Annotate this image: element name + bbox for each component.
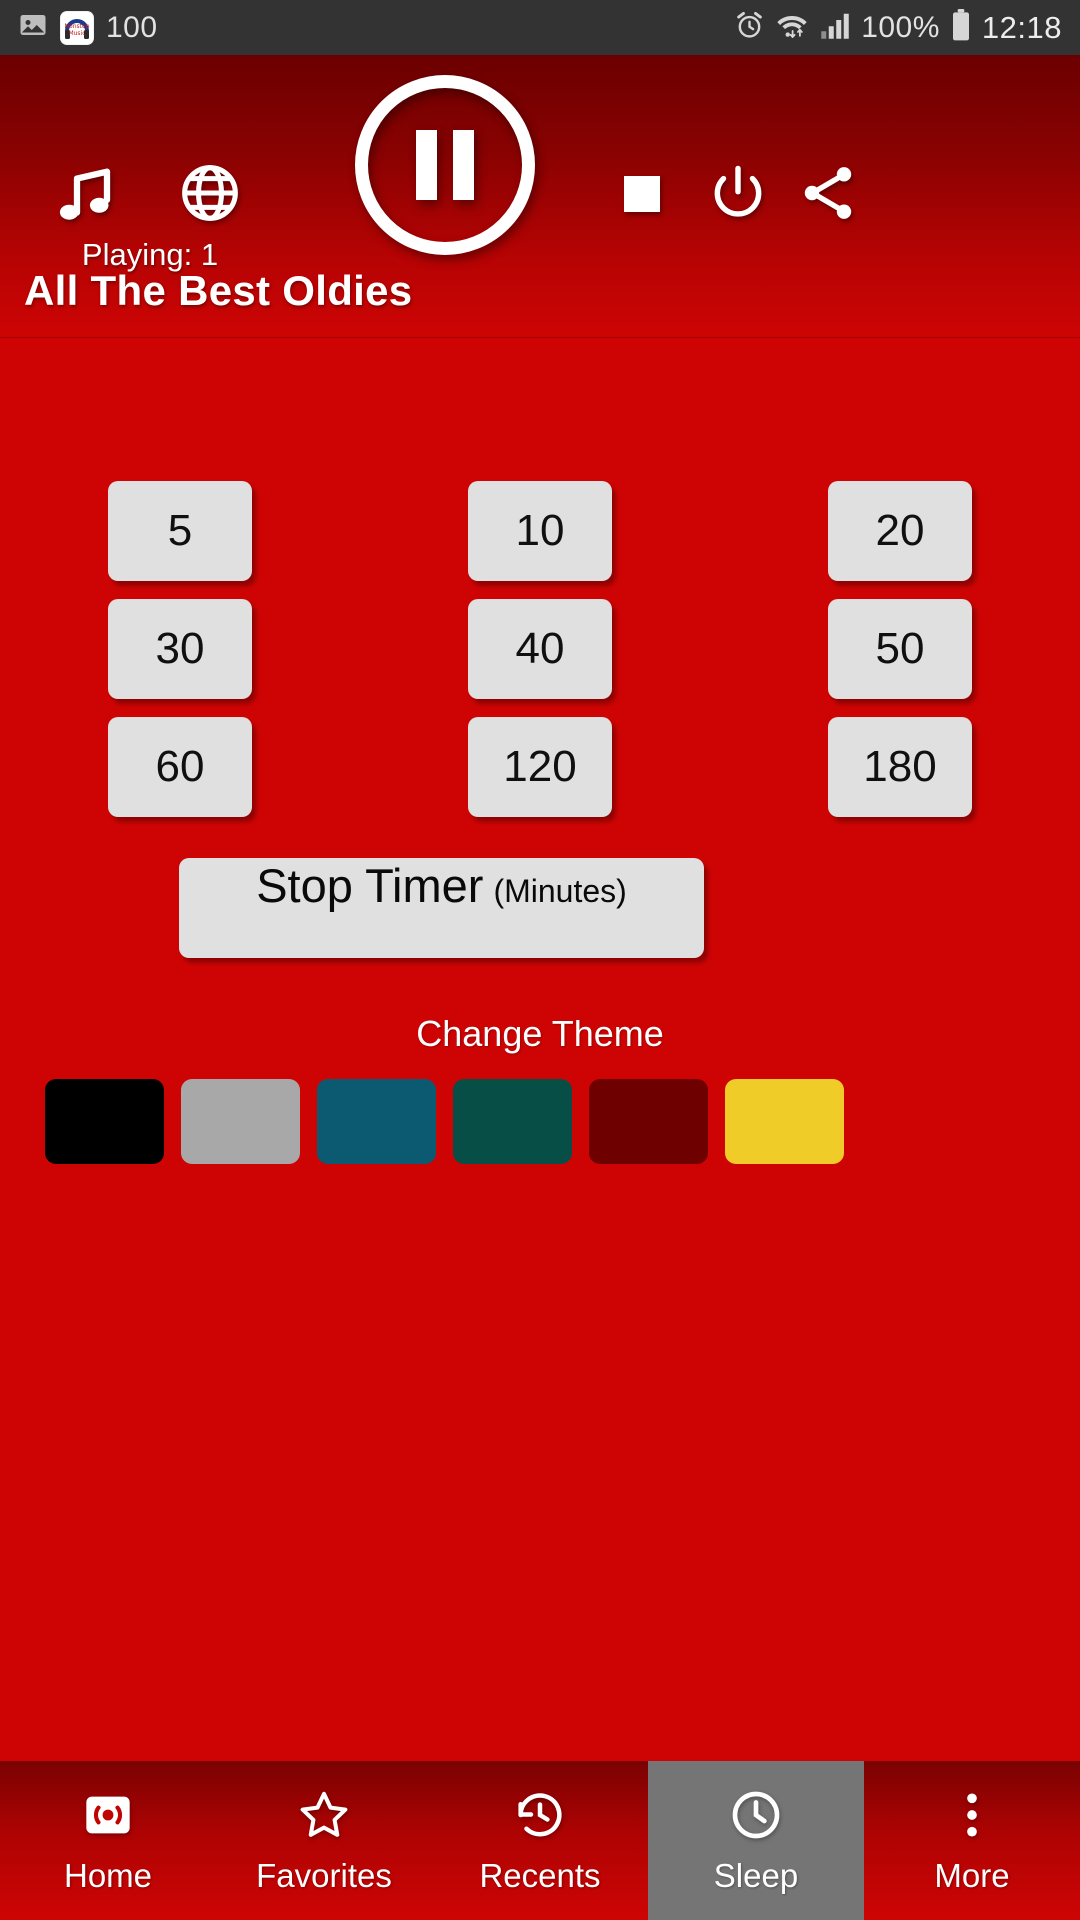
power-icon[interactable] — [700, 155, 776, 231]
nav-label-favorites: Favorites — [256, 1856, 392, 1894]
nav-item-home[interactable]: Home — [0, 1761, 216, 1920]
timer-button-120[interactable]: 120 — [468, 717, 612, 817]
timer-button-60[interactable]: 60 — [108, 717, 252, 817]
stop-timer-label: Stop Timer — [256, 859, 484, 912]
battery-icon — [951, 9, 971, 46]
timer-button-20[interactable]: 20 — [828, 481, 972, 581]
nav-item-recents[interactable]: Recents — [432, 1761, 648, 1920]
timer-options-grid: 5 10 20 30 40 50 60 120 180 — [0, 481, 1080, 817]
battery-percent-label: 100% — [861, 10, 940, 44]
timer-button-50[interactable]: 50 — [828, 599, 972, 699]
player-header: Playing: 1 All The Best Oldies — [0, 55, 1080, 338]
timer-button-10[interactable]: 10 — [468, 481, 612, 581]
theme-swatch-maroon[interactable] — [589, 1079, 708, 1164]
theme-swatch-yellow[interactable] — [725, 1079, 844, 1164]
nav-item-favorites[interactable]: Favorites — [216, 1761, 432, 1920]
image-icon — [18, 10, 48, 45]
timer-button-5[interactable]: 5 — [108, 481, 252, 581]
theme-swatch-teal[interactable] — [317, 1079, 436, 1164]
app-notification-icon: Nonstop Music — [60, 10, 94, 45]
bottom-navigation: Home Favorites Recents Sleep More — [0, 1761, 1080, 1920]
wifi-icon — [775, 11, 809, 45]
nav-item-more[interactable]: More — [864, 1761, 1080, 1920]
notification-count: 100 — [106, 10, 158, 44]
dots-vertical-icon — [949, 1787, 995, 1843]
clock-icon — [728, 1787, 784, 1843]
nav-label-recents: Recents — [479, 1856, 601, 1894]
stop-timer-button[interactable]: Stop Timer (Minutes) — [179, 858, 704, 958]
star-icon — [297, 1787, 351, 1843]
alarm-icon — [735, 11, 764, 45]
stop-timer-unit: (Minutes) — [493, 873, 627, 909]
timer-button-180[interactable]: 180 — [828, 717, 972, 817]
signal-icon — [820, 11, 850, 44]
nav-label-more: More — [934, 1856, 1010, 1894]
nav-label-home: Home — [63, 1856, 153, 1894]
clock-time: 12:18 — [981, 9, 1062, 45]
status-bar-left: Nonstop Music 100 — [18, 10, 158, 45]
sleep-panel: 5 10 20 30 40 50 60 120 180 Stop Timer (… — [0, 339, 1080, 1461]
play-pause-button[interactable] — [355, 75, 535, 255]
pause-bar-left — [416, 130, 437, 200]
status-bar-right: 100% 12:18 — [735, 9, 1062, 46]
svg-text:Nonstop: Nonstop — [65, 23, 90, 30]
svg-text:Music: Music — [68, 30, 85, 37]
share-icon[interactable] — [790, 155, 866, 231]
nav-label-sleep: Sleep — [713, 1856, 799, 1894]
station-title: All The Best Oldies — [24, 267, 413, 314]
pause-bar-right — [453, 130, 474, 200]
globe-icon[interactable] — [172, 155, 248, 231]
nav-item-sleep[interactable]: Sleep — [648, 1761, 864, 1920]
stop-icon[interactable] — [608, 160, 676, 228]
status-bar: Nonstop Music 100 100% 12:18 — [0, 0, 1080, 55]
theme-swatch-green[interactable] — [453, 1079, 572, 1164]
music-note-icon[interactable] — [48, 155, 124, 231]
theme-swatch-black[interactable] — [45, 1079, 164, 1164]
timer-button-30[interactable]: 30 — [108, 599, 252, 699]
change-theme-label: Change Theme — [416, 1013, 664, 1054]
timer-button-40[interactable]: 40 — [468, 599, 612, 699]
radio-icon — [82, 1787, 134, 1843]
theme-swatch-row — [45, 1079, 1035, 1164]
history-icon — [513, 1787, 567, 1843]
theme-swatch-gray[interactable] — [181, 1079, 300, 1164]
